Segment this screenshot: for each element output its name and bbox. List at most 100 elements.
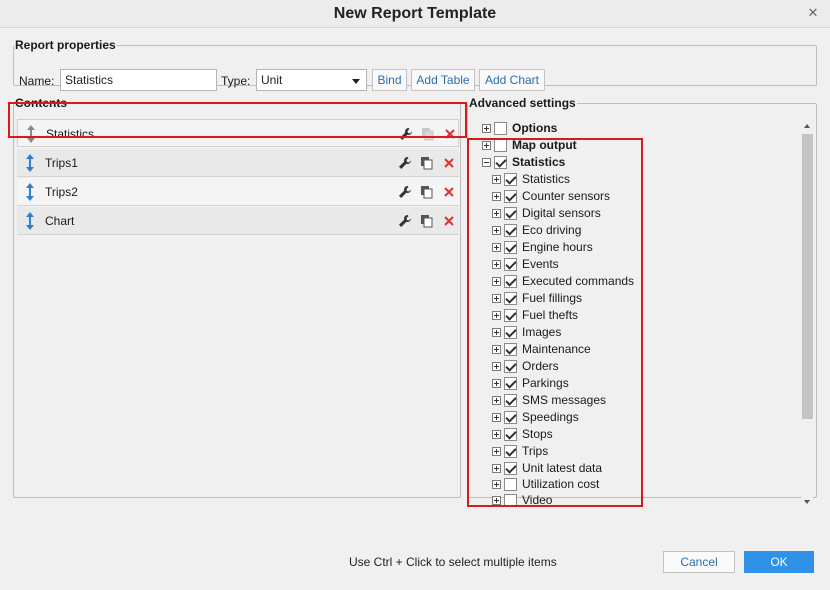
checkbox[interactable] (494, 122, 507, 135)
checkbox[interactable] (494, 156, 507, 169)
checkbox[interactable] (504, 462, 517, 475)
ok-button[interactable]: OK (744, 551, 814, 573)
type-select[interactable]: Unit (256, 69, 367, 91)
content-row[interactable]: Trips1 (17, 149, 459, 177)
reorder-arrow-icon[interactable] (25, 183, 35, 201)
delete-icon[interactable] (443, 127, 457, 141)
checkbox[interactable] (504, 478, 517, 491)
expand-icon[interactable] (492, 379, 501, 388)
tree-item-label: Speedings (522, 410, 579, 424)
expand-icon[interactable] (482, 124, 491, 133)
copy-icon[interactable] (421, 127, 435, 141)
expand-icon[interactable] (492, 345, 501, 354)
reorder-arrow-icon[interactable] (26, 125, 36, 143)
expand-icon[interactable] (492, 209, 501, 218)
expand-icon[interactable] (492, 192, 501, 201)
checkbox[interactable] (504, 494, 517, 507)
scroll-down-icon[interactable] (804, 500, 810, 504)
advanced-settings-legend: Advanced settings (469, 96, 576, 110)
checkbox[interactable] (504, 190, 517, 203)
tree-item-label: Video (522, 493, 553, 507)
copy-icon[interactable] (420, 214, 434, 228)
expand-icon[interactable] (492, 226, 501, 235)
expand-icon[interactable] (492, 464, 501, 473)
cancel-button[interactable]: Cancel (663, 551, 735, 573)
collapse-icon[interactable] (482, 158, 491, 167)
tree-item-label: SMS messages (522, 393, 607, 407)
checkbox[interactable] (504, 343, 517, 356)
contents-legend: Contents (15, 96, 67, 110)
reorder-arrow-icon[interactable] (25, 154, 35, 172)
tree-item-label: Digital sensors (522, 206, 601, 220)
dialog-titlebar: New Report Template ✕ (0, 0, 830, 28)
checkbox[interactable] (504, 258, 517, 271)
checkbox[interactable] (504, 173, 517, 186)
checkbox[interactable] (504, 360, 517, 373)
content-item-name: Trips1 (45, 156, 78, 170)
expand-icon[interactable] (492, 362, 501, 371)
expand-icon[interactable] (492, 430, 501, 439)
checkbox[interactable] (504, 428, 517, 441)
checkbox[interactable] (504, 394, 517, 407)
report-properties-legend: Report properties (15, 38, 116, 52)
checkbox[interactable] (504, 241, 517, 254)
expand-icon[interactable] (492, 277, 501, 286)
expand-icon[interactable] (492, 328, 501, 337)
checkbox[interactable] (504, 411, 517, 424)
scrollbar-thumb[interactable] (802, 134, 813, 419)
expand-icon[interactable] (492, 294, 501, 303)
checkbox[interactable] (504, 224, 517, 237)
name-input[interactable]: Statistics (60, 69, 217, 91)
content-item-name: Trips2 (45, 185, 78, 199)
delete-icon[interactable] (442, 214, 456, 228)
content-row[interactable]: Statistics (17, 119, 459, 147)
checkbox[interactable] (504, 326, 517, 339)
tree-item-label: Orders (522, 359, 559, 373)
expand-icon[interactable] (492, 260, 501, 269)
expand-icon[interactable] (492, 243, 501, 252)
report-properties-group: Report properties Name: Statistics Type:… (13, 38, 817, 91)
add-table-button[interactable]: Add Table (411, 69, 475, 91)
expand-icon[interactable] (492, 413, 501, 422)
tree-item-label: Executed commands (522, 274, 635, 288)
expand-icon[interactable] (492, 175, 501, 184)
expand-icon[interactable] (492, 311, 501, 320)
close-icon[interactable]: ✕ (806, 6, 820, 20)
checkbox[interactable] (504, 292, 517, 305)
checkbox[interactable] (504, 275, 517, 288)
chevron-down-icon (352, 79, 360, 84)
expand-icon[interactable] (482, 141, 491, 150)
delete-icon[interactable] (442, 185, 456, 199)
checkbox[interactable] (494, 139, 507, 152)
contents-group: Contents Statistics Trips1 Trips2 Chart (13, 96, 461, 498)
reorder-arrow-icon[interactable] (25, 212, 35, 230)
expand-icon[interactable] (492, 447, 501, 456)
tree-item-label: Counter sensors (522, 189, 611, 203)
dialog-title: New Report Template (333, 5, 497, 22)
wrench-icon[interactable] (399, 127, 413, 141)
expand-icon[interactable] (492, 396, 501, 405)
bind-button[interactable]: Bind (372, 69, 407, 91)
tree-item-label: Events (522, 257, 559, 271)
type-label: Type: (221, 74, 251, 88)
checkbox[interactable] (504, 377, 517, 390)
expand-icon[interactable] (492, 480, 501, 489)
add-chart-button[interactable]: Add Chart (479, 69, 545, 91)
wrench-icon[interactable] (398, 156, 412, 170)
delete-icon[interactable] (442, 156, 456, 170)
tree-item-label: Maintenance (522, 342, 591, 356)
content-row[interactable]: Chart (17, 207, 459, 235)
tree-scrollbar[interactable] (801, 120, 813, 508)
tree-group-label: Statistics (512, 155, 566, 169)
copy-icon[interactable] (420, 156, 434, 170)
expand-icon[interactable] (492, 496, 501, 505)
wrench-icon[interactable] (398, 185, 412, 199)
checkbox[interactable] (504, 207, 517, 220)
content-row[interactable]: Trips2 (17, 178, 459, 206)
checkbox[interactable] (504, 309, 517, 322)
wrench-icon[interactable] (398, 214, 412, 228)
scroll-up-icon[interactable] (804, 124, 810, 128)
checkbox[interactable] (504, 445, 517, 458)
tree-item-label: Trips (522, 444, 549, 458)
copy-icon[interactable] (420, 185, 434, 199)
